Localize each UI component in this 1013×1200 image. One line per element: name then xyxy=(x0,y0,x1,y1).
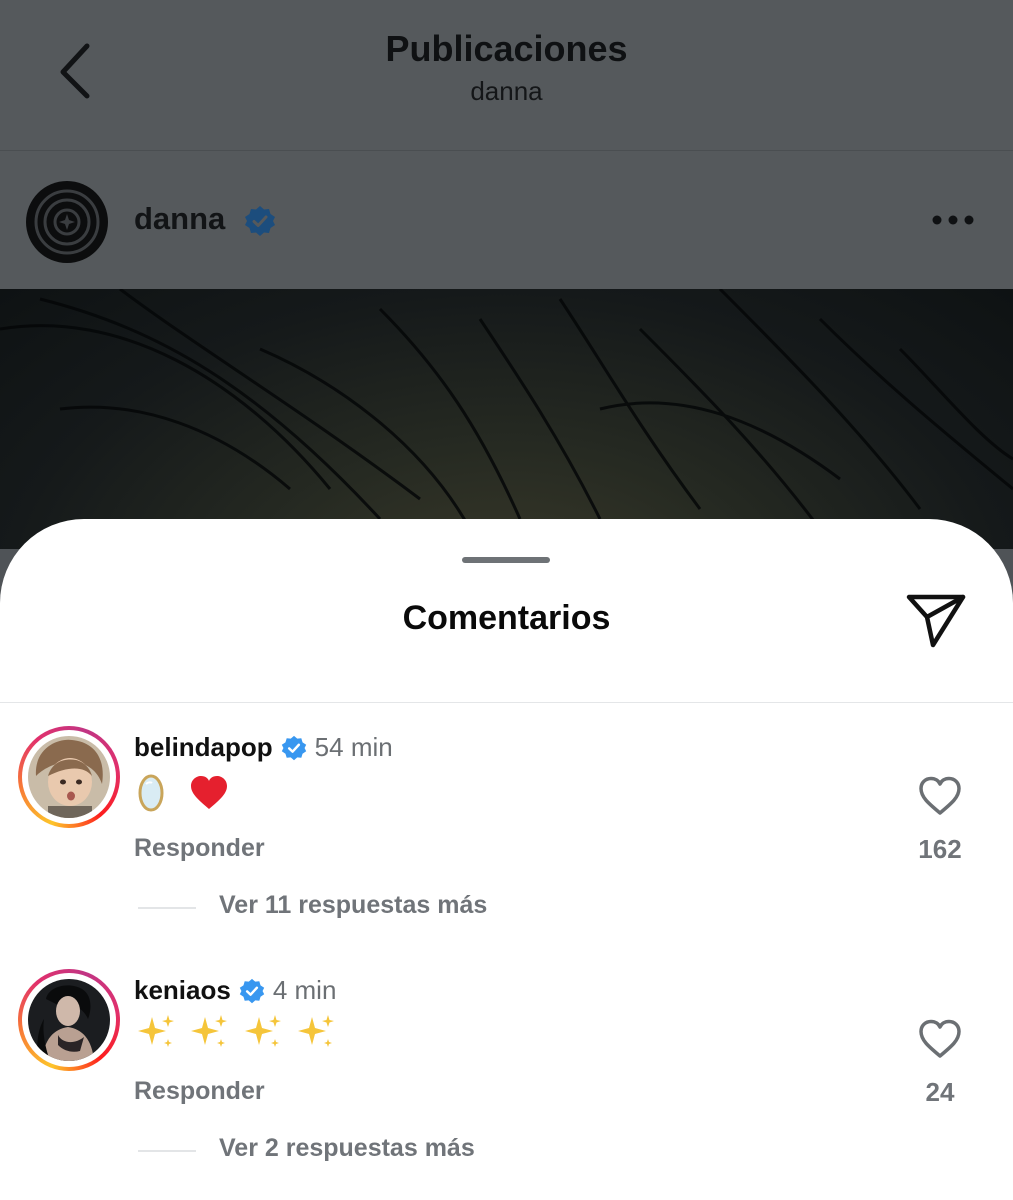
post-image[interactable] xyxy=(0,289,1013,549)
screen: Publicaciones danna danna Comentarios be… xyxy=(0,0,1013,1200)
logo-icon xyxy=(34,189,100,255)
more-options-button[interactable] xyxy=(929,203,977,237)
sheet-drag-handle[interactable] xyxy=(462,557,550,563)
verified-badge-icon xyxy=(281,735,306,760)
reply-button[interactable]: Responder xyxy=(134,1077,265,1106)
mirror-emoji-icon xyxy=(138,774,164,812)
sparkles-emoji-icon xyxy=(244,1015,281,1048)
comment-header: belindapop 54 min xyxy=(134,732,393,763)
reply-button[interactable]: Responder xyxy=(134,834,265,863)
avatar-photo xyxy=(28,736,110,818)
avatar-photo-keniaos xyxy=(28,979,110,1061)
post-header: danna xyxy=(0,151,1013,289)
comment-text xyxy=(138,1011,336,1051)
view-more-replies-button[interactable]: Ver 2 respuestas más xyxy=(219,1134,475,1163)
post-author-avatar[interactable] xyxy=(26,181,108,263)
avatar-ring-inner xyxy=(22,973,116,1067)
sparkles-emoji-icon xyxy=(138,1015,174,1048)
comment-timestamp: 4 min xyxy=(272,975,337,1005)
verified-badge-icon xyxy=(239,978,265,1003)
comment-item: keniaos 4 min Responder 24 Ver 2 respues… xyxy=(0,969,1013,1199)
post-author-username[interactable]: danna xyxy=(134,201,225,237)
like-button[interactable] xyxy=(916,772,964,820)
commenter-avatar[interactable] xyxy=(18,969,120,1071)
comment-text xyxy=(138,772,229,812)
like-count: 162 xyxy=(918,834,962,864)
comments-sheet: Comentarios belindapop 54 min Responder … xyxy=(0,519,1013,1200)
red-heart-emoji-icon xyxy=(191,776,228,810)
share-icon xyxy=(906,594,966,648)
sparkles-emoji-icon xyxy=(298,1015,335,1048)
avatar-photo xyxy=(28,979,110,1061)
verified-badge-icon xyxy=(245,206,275,236)
avatar-photo-belindapop xyxy=(28,736,110,818)
replies-divider-line xyxy=(138,907,196,909)
comment-header: keniaos 4 min xyxy=(134,975,336,1006)
top-navigation-bar: Publicaciones danna xyxy=(0,0,1013,151)
avatar-ring-inner xyxy=(22,730,116,824)
heart-outline-icon xyxy=(919,1019,961,1058)
share-button[interactable] xyxy=(900,587,972,653)
heart-outline-icon xyxy=(919,776,961,815)
view-more-replies-button[interactable]: Ver 11 respuestas más xyxy=(219,891,487,920)
sheet-title: Comentarios xyxy=(402,599,611,637)
page-title: Publicaciones xyxy=(385,28,628,69)
comment-username[interactable]: belindapop xyxy=(134,732,273,763)
post-photo-hair xyxy=(0,289,1013,530)
like-count: 24 xyxy=(925,1077,955,1107)
comment-item: belindapop 54 min Responder 162 Ver 11 r… xyxy=(0,726,1013,956)
page-subtitle: danna xyxy=(470,76,543,106)
commenter-avatar[interactable] xyxy=(18,726,120,828)
comment-timestamp: 54 min xyxy=(314,732,393,762)
comment-username[interactable]: keniaos xyxy=(134,975,231,1006)
like-button[interactable] xyxy=(916,1015,964,1063)
sheet-divider xyxy=(0,702,1013,703)
replies-divider-line xyxy=(138,1150,196,1152)
sparkles-emoji-icon xyxy=(191,1015,228,1048)
more-options-icon xyxy=(932,215,974,225)
